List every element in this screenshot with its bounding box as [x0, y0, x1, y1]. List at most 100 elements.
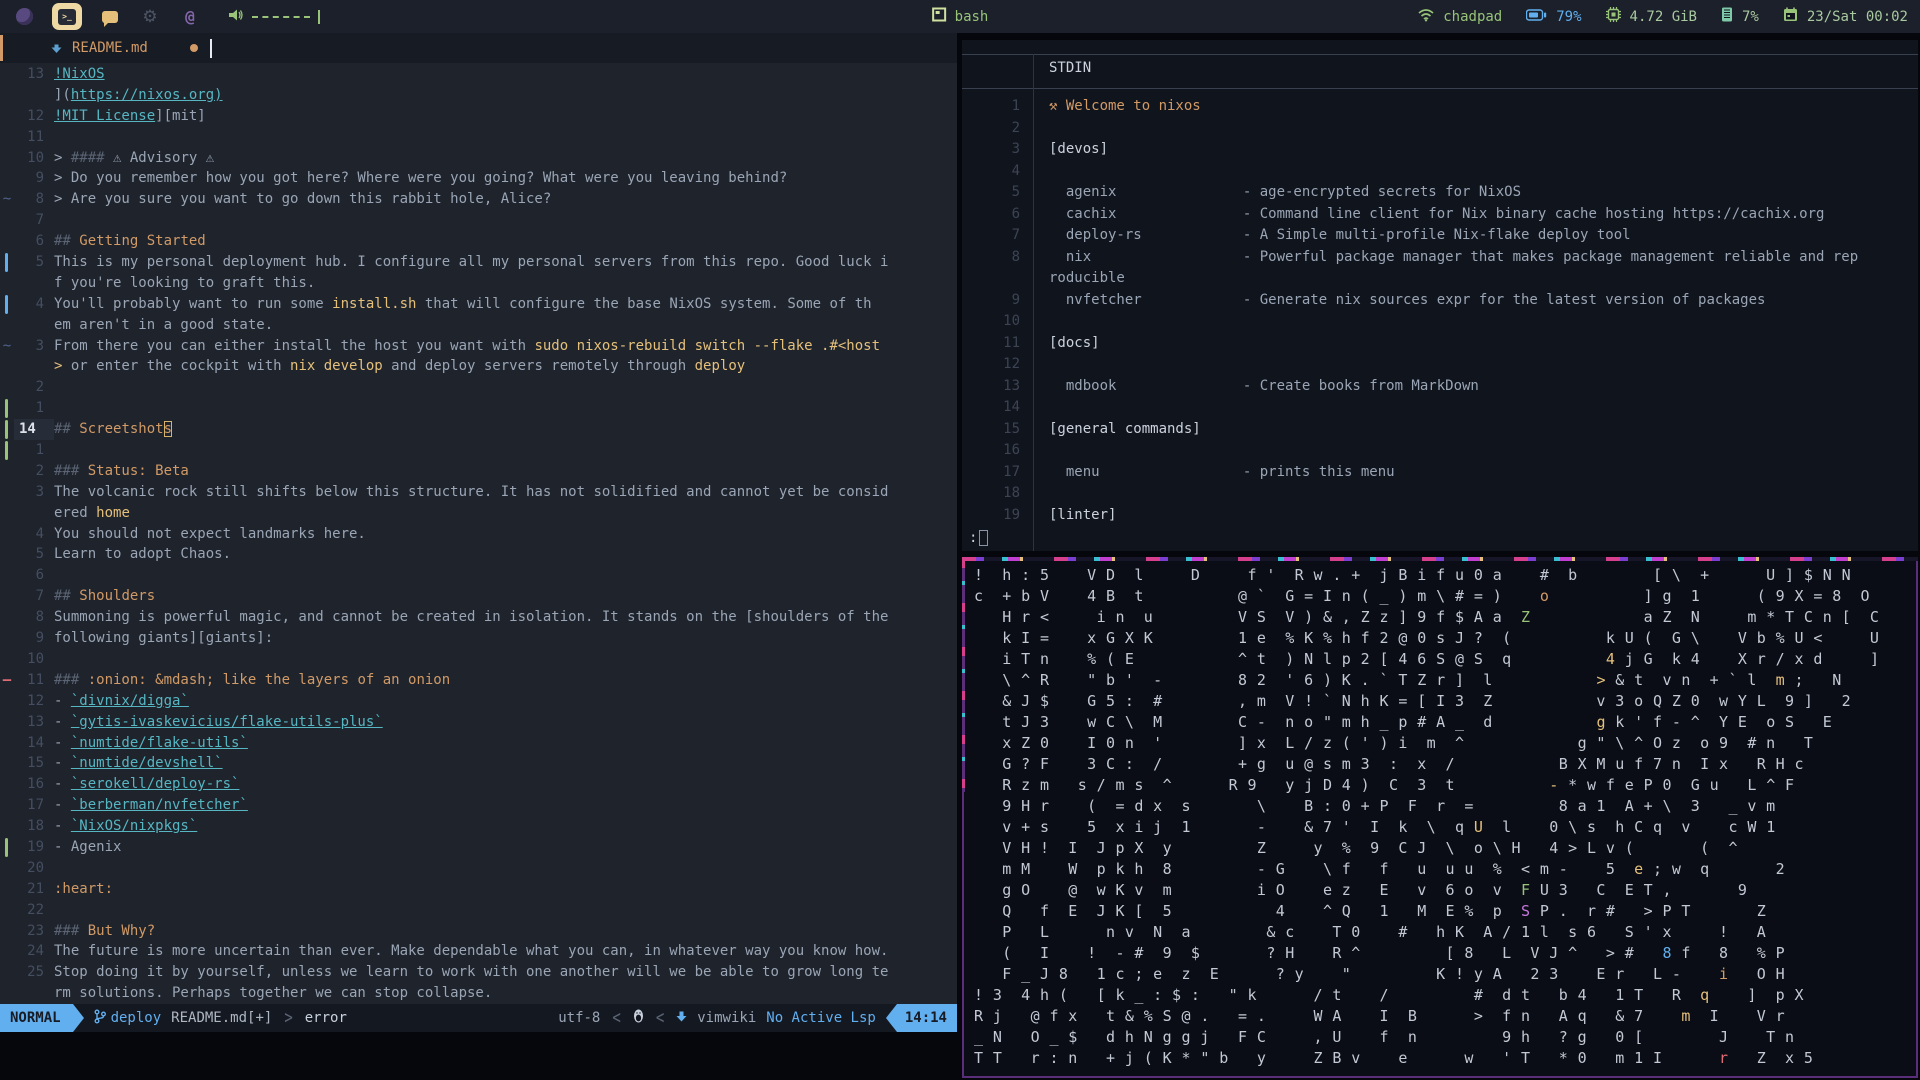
- editor-line[interactable]: 2: [0, 377, 957, 398]
- terminal-line-text: roducible: [1049, 270, 1125, 286]
- editor-line[interactable]: 6 ## Getting Started: [0, 231, 957, 252]
- editor-line[interactable]: –11 ### :onion: &mdash; like the layers o…: [0, 670, 957, 691]
- glitch-line: G ? F 3 C : / + g u @ s m 3 : x / B X M …: [974, 755, 1804, 773]
- editor-line[interactable]: 17 - `berberman/nvfetcher`: [0, 795, 957, 816]
- editor-text-area[interactable]: 13 !NixOS](https://nixos.org) 12 !MIT Licen…: [0, 63, 957, 1004]
- linux-penguin-icon: [633, 1009, 644, 1027]
- gutter-sign: ~: [2, 191, 12, 208]
- gutter-sign: [0, 231, 14, 252]
- terminal-line-number: 18: [1003, 485, 1020, 501]
- editor-line[interactable]: > or enter the cockpit with nix develop …: [0, 356, 957, 377]
- line-text: > Are you sure you want to go down this …: [54, 191, 552, 208]
- editor-line[interactable]: f you're looking to graft this.: [0, 273, 957, 294]
- editor-line[interactable]: 11: [0, 127, 957, 148]
- editor-line[interactable]: ered home: [0, 503, 957, 524]
- gutter-sign: [0, 879, 14, 900]
- desktop: { "colors": { "accent_blue": "#61afef", …: [0, 0, 1920, 1080]
- editor-line[interactable]: 12 - `divnix/digga`: [0, 691, 957, 712]
- editor-line[interactable]: ~3 From there you can either install the …: [0, 336, 957, 357]
- editor-line[interactable]: 21:heart:: [0, 879, 957, 900]
- editor-line[interactable]: 2 ### Status: Beta: [0, 461, 957, 482]
- editor-line[interactable]: 9 > Do you remember how you got here? Whe…: [0, 168, 957, 189]
- editor-line[interactable]: 1: [0, 398, 957, 419]
- line-text: - `serokell/deploy-rs`: [54, 776, 240, 793]
- editor-line[interactable]: 9 following giants][giants]:: [0, 628, 957, 649]
- editor-line[interactable]: 16 - `serokell/deploy-rs`: [0, 774, 957, 795]
- editor-line[interactable]: 13 !NixOS: [0, 64, 957, 85]
- gutter-sign: [0, 294, 14, 315]
- editor-line[interactable]: 5 Learn to adopt Chaos.: [0, 544, 957, 565]
- editor-line[interactable]: 10: [0, 649, 957, 670]
- editor-line[interactable]: 22: [0, 900, 957, 921]
- calendar-icon[interactable]: [1783, 7, 1798, 26]
- editor-line[interactable]: ](https://nixos.org): [0, 85, 957, 106]
- gutter-sign: [0, 607, 14, 628]
- gutter-sign: [0, 586, 14, 607]
- editor-line[interactable]: 25 Stop doing it by yourself, unless we l…: [0, 962, 957, 983]
- lsp-status: No Active Lsp: [766, 1010, 876, 1026]
- pager-command-prompt[interactable]: :: [969, 530, 989, 546]
- filetype-label: vimwiki: [697, 1010, 757, 1026]
- line-text: ## Screetshots: [54, 421, 173, 438]
- glitch-terminal-window[interactable]: ! h : 5 V D l D f ' R w . + j B i f u 0 …: [962, 557, 1918, 1078]
- tab-filename[interactable]: README.md: [72, 40, 148, 56]
- editor-line[interactable]: 5 This is my personal deployment hub. I c…: [0, 252, 957, 273]
- editor-line[interactable]: 6: [0, 565, 957, 586]
- wifi-icon[interactable]: [1418, 8, 1434, 26]
- editor-line[interactable]: 12 !MIT License][mit]: [0, 106, 957, 127]
- git-add-bar: [5, 420, 8, 440]
- line-text: - Agenix: [54, 838, 122, 855]
- editor-line[interactable]: 20: [0, 858, 957, 879]
- chevron-down-icon[interactable]: [51, 39, 62, 58]
- editor-line[interactable]: 3 The volcanic rock still shifts below th…: [0, 482, 957, 503]
- datetime-label: 23/Sat 00:02: [1806, 8, 1908, 25]
- git-change-bar: [5, 253, 8, 272]
- editor-line[interactable]: 24 The future is more uncertain than ever…: [0, 941, 957, 962]
- editor-line[interactable]: 8 Summoning is powerful magic, and cannot…: [0, 607, 957, 628]
- line-number: 7: [35, 212, 44, 229]
- editor-window[interactable]: README.md 13 !NixOS](https://nixos.org) 12…: [0, 33, 957, 1032]
- glitch-line: F _ J 8 1 c ; e z E ? y " K ! y A 2 3 E …: [974, 965, 1786, 983]
- glitch-line: ( I ! - # 9 $ ? H R ^ [ 8 L V J ^ > # 8 …: [974, 944, 1786, 962]
- editor-line[interactable]: 15 - `numtide/devshell`: [0, 753, 957, 774]
- chat-icon[interactable]: [98, 4, 122, 30]
- browser-icon[interactable]: [12, 4, 36, 30]
- editor-line[interactable]: em aren't in a good state.: [0, 315, 957, 336]
- line-number: [14, 503, 54, 524]
- at-icon[interactable]: @: [178, 4, 202, 30]
- volume-control[interactable]: [228, 7, 320, 26]
- line-text: ### :onion: &mdash; like the layers of a…: [54, 671, 451, 688]
- volume-slider[interactable]: [252, 15, 310, 18]
- gutter-sign: [0, 315, 14, 336]
- editor-line[interactable]: 4 You'll probably want to run some instal…: [0, 294, 957, 315]
- terminal-line: 15 [general commands]: [962, 419, 1918, 441]
- terminal-line: 12: [962, 354, 1918, 376]
- editor-line[interactable]: rm solutions. Perhaps together we can st…: [0, 983, 957, 1004]
- editor-line[interactable]: 18 - `NixOS/nixpkgs`: [0, 816, 957, 837]
- terminal-line: 17 menu - prints this menu: [962, 462, 1918, 484]
- editor-line[interactable]: 10 > #### ⚠ Advisory ⚠: [0, 148, 957, 169]
- editor-line[interactable]: 4 You should not expect landmarks here.: [0, 524, 957, 545]
- editor-line[interactable]: 14 - `numtide/flake-utils`: [0, 733, 957, 754]
- title-separator: [962, 88, 1918, 89]
- gutter-sign: –: [2, 671, 12, 688]
- terminal-window[interactable]: STDIN 1 ⚒ Welcome to nixos 2 3 [devos] 4 5 age…: [962, 40, 1918, 551]
- gear-icon[interactable]: ⚙: [138, 4, 162, 30]
- vim-mode-indicator: NORMAL: [0, 1004, 73, 1032]
- editor-line[interactable]: 14 ## Screetshots: [0, 419, 957, 441]
- terminal-line-number: 5: [1011, 184, 1020, 200]
- gutter-sign: [0, 148, 14, 169]
- line-text: !MIT License][mit]: [54, 107, 206, 124]
- volume-slider-handle[interactable]: [318, 9, 320, 24]
- line-text: Learn to adopt Chaos.: [54, 546, 232, 563]
- editor-line[interactable]: 13 - `gytis-ivaskevicius/flake-utils-plus…: [0, 712, 957, 733]
- editor-line[interactable]: 7: [0, 210, 957, 231]
- editor-line[interactable]: ~8 > Are you sure you want to go down thi…: [0, 189, 957, 210]
- editor-line[interactable]: 1: [0, 440, 957, 461]
- terminal-workspace-icon[interactable]: >_: [52, 3, 82, 30]
- line-number: 23: [27, 922, 44, 939]
- editor-tabline: README.md: [0, 33, 957, 63]
- editor-line[interactable]: 19 - Agenix: [0, 837, 957, 858]
- editor-line[interactable]: 7 ## Shoulders: [0, 586, 957, 607]
- editor-line[interactable]: 23 ### But Why?: [0, 921, 957, 942]
